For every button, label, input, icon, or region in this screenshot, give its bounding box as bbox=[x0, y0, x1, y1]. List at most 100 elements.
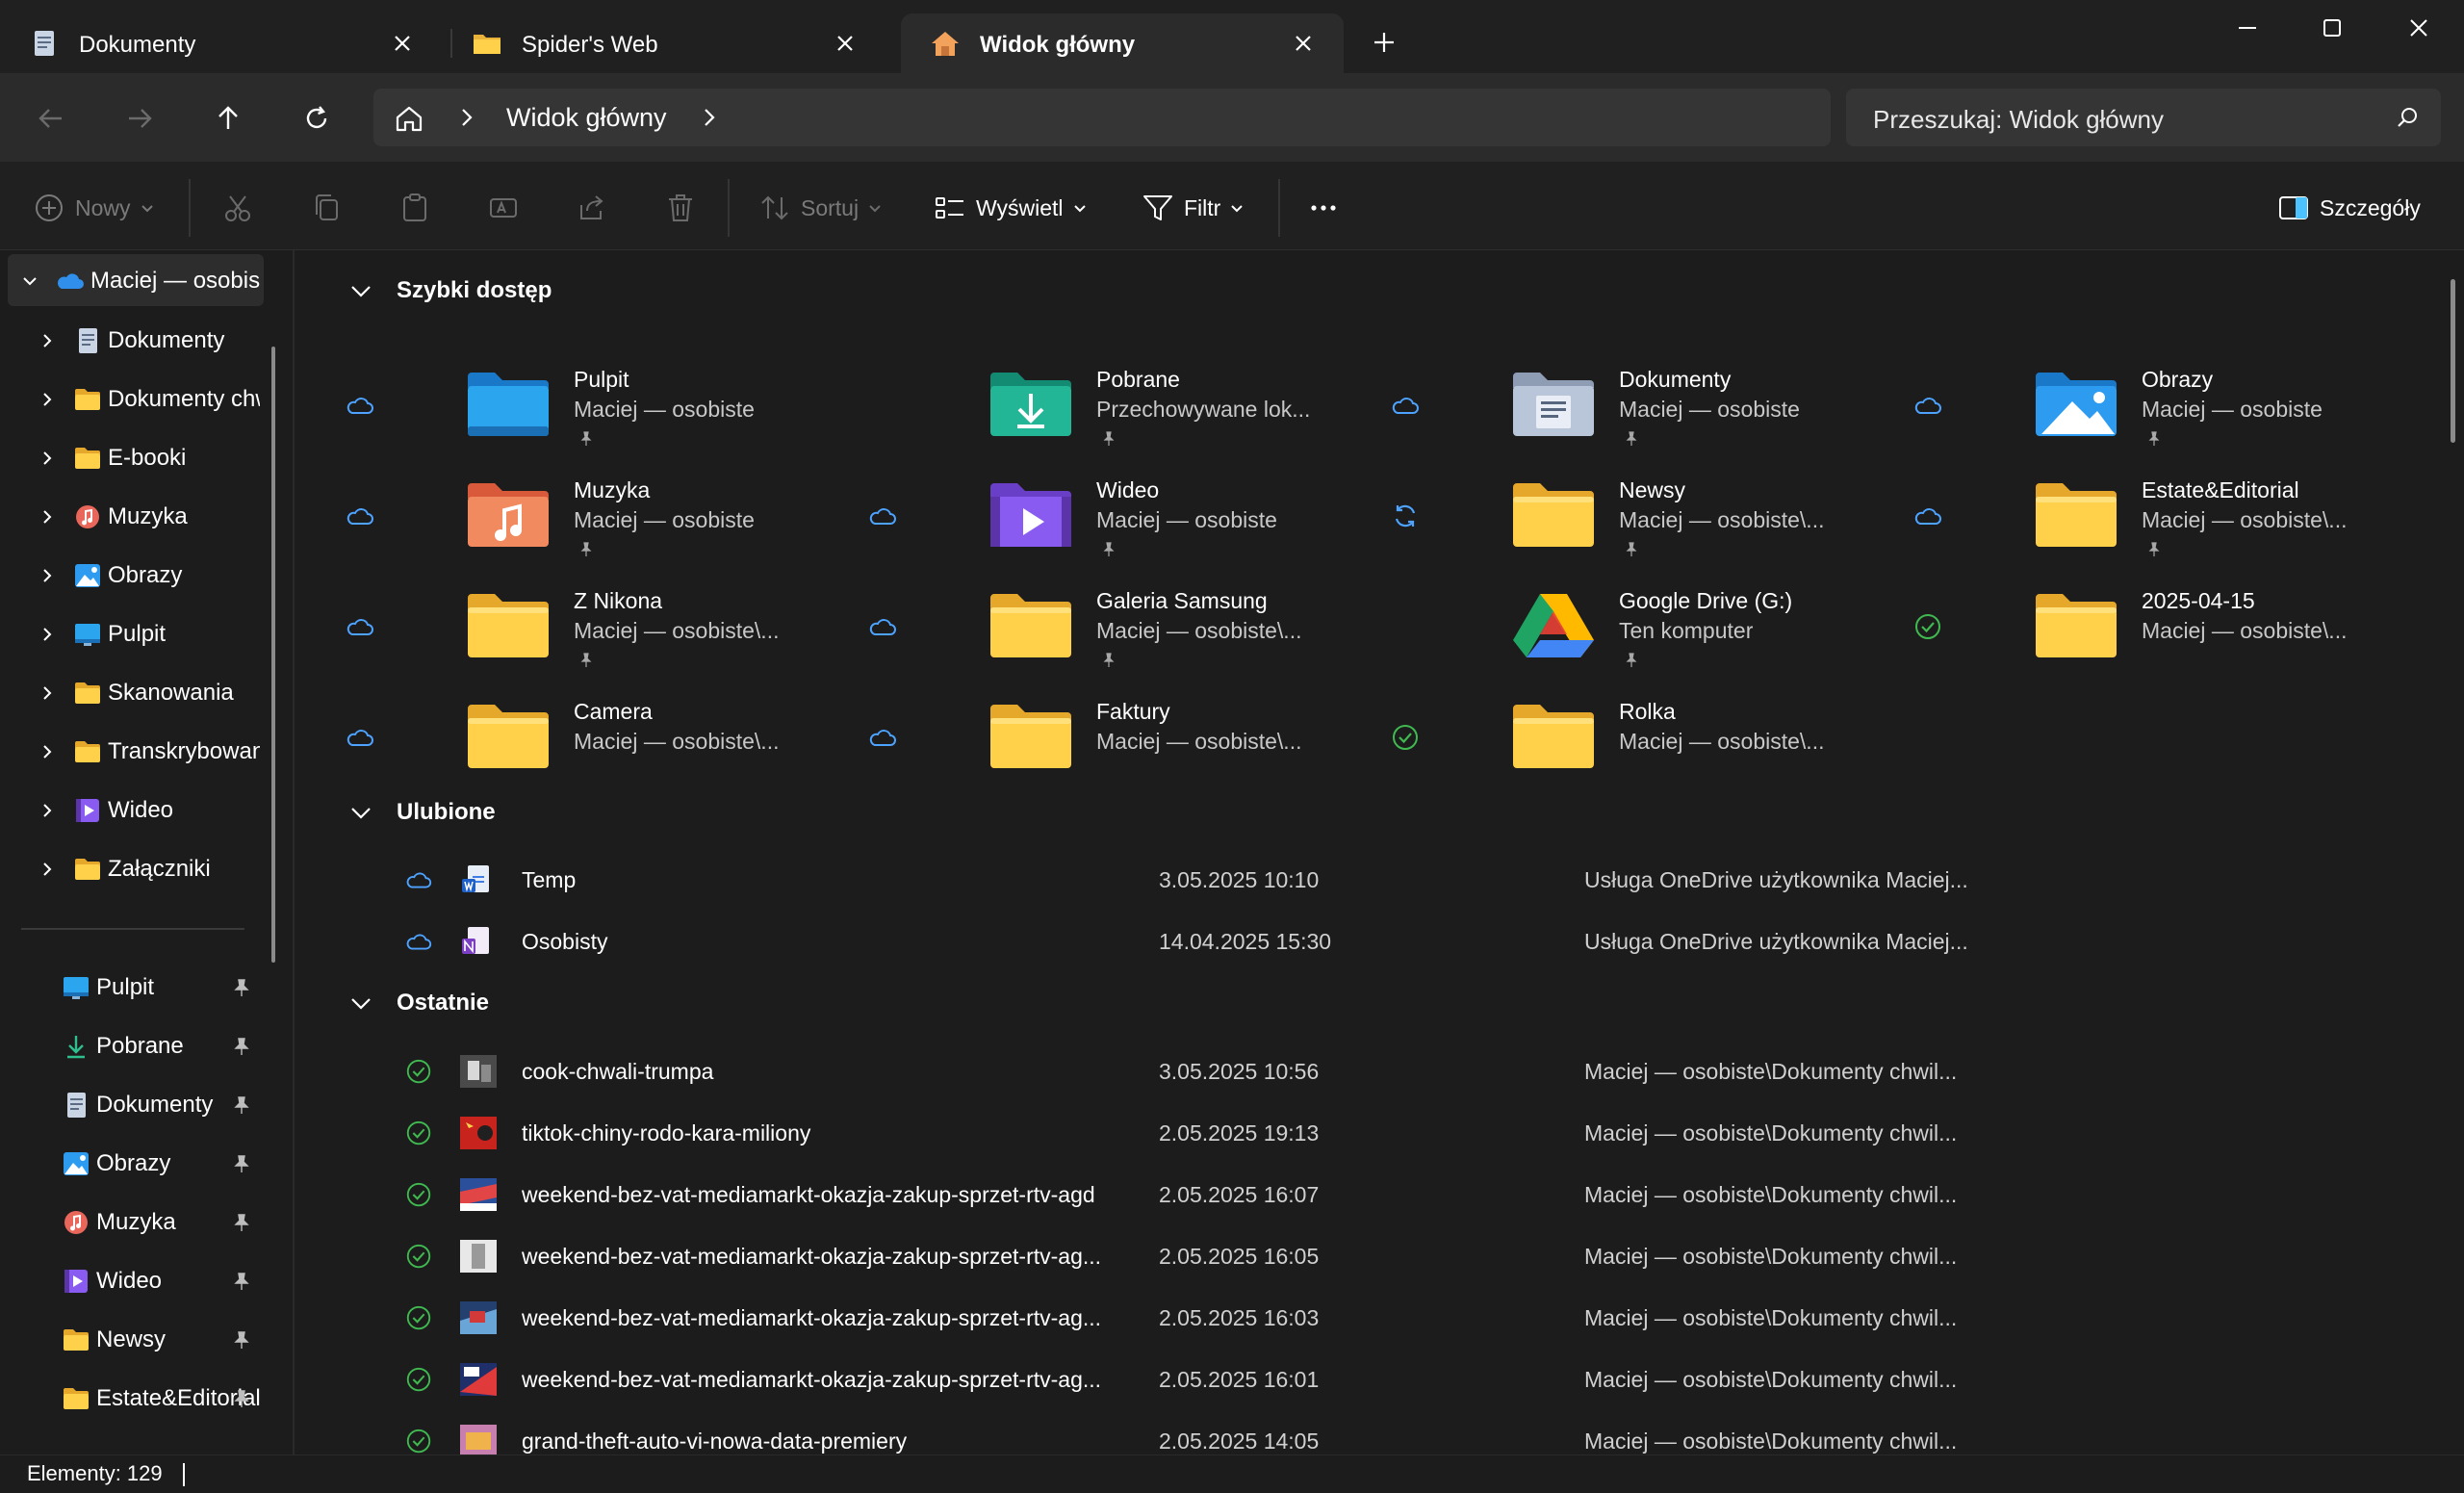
rename-button[interactable] bbox=[487, 189, 520, 227]
section-recent[interactable]: Ostatnie bbox=[348, 990, 489, 1017]
list-item[interactable]: weekend-bez-vat-mediamarkt-okazja-zakup-… bbox=[295, 1348, 2464, 1409]
tab-widok-glowny[interactable]: Widok główny bbox=[901, 13, 1344, 73]
quick-access-item[interactable]: 2025-04-15 Maciej — osobiste\... bbox=[1862, 563, 2382, 669]
sidebar-pinned-pobrane[interactable]: Pobrane bbox=[62, 1027, 184, 1066]
quick-access-item[interactable]: Pulpit Maciej — osobiste bbox=[295, 342, 814, 448]
quick-access-item[interactable]: Obrazy Maciej — osobiste bbox=[1862, 342, 2382, 448]
sidebar-pinned-obrazy[interactable]: Obrazy bbox=[62, 1145, 170, 1183]
sidebar-item-transkrybowane[interactable]: Transkrybowane bbox=[38, 733, 260, 771]
quick-access-item[interactable]: Camera Maciej — osobiste\... bbox=[295, 674, 814, 780]
chevron-right-icon[interactable] bbox=[38, 626, 56, 643]
sidebar-item-dokumenty[interactable]: Dokumenty bbox=[38, 322, 224, 360]
quick-access-item[interactable]: Rolka Maciej — osobiste\... bbox=[1340, 674, 1860, 780]
chevron-right-icon[interactable] bbox=[38, 567, 56, 584]
chevron-down-icon[interactable] bbox=[348, 991, 373, 1016]
pin-icon[interactable] bbox=[231, 1329, 252, 1351]
sidebar-item-obrazy[interactable]: Obrazy bbox=[38, 556, 182, 595]
list-item[interactable]: tiktok-chiny-rodo-kara-miliony 2.05.2025 … bbox=[295, 1101, 2464, 1163]
quick-access-item[interactable]: Wideo Maciej — osobiste bbox=[817, 452, 1337, 558]
list-item[interactable]: Osobisty 14.04.2025 15:30 Usługa OneDrive … bbox=[295, 910, 2464, 971]
sidebar-item-root[interactable]: Maciej — osobiste bbox=[21, 262, 260, 300]
cut-button[interactable] bbox=[221, 189, 254, 227]
new-tab-icon[interactable] bbox=[1371, 29, 1398, 56]
sidebar-item-skanowania[interactable]: Skanowania bbox=[38, 674, 234, 712]
chevron-down-icon[interactable] bbox=[21, 272, 38, 290]
quick-access-item[interactable]: Faktury Maciej — osobiste\... bbox=[817, 674, 1337, 780]
sidebar-item-dokumenty-chwilowe[interactable]: Dokumenty chwilowe bbox=[38, 380, 260, 419]
chevron-right-icon[interactable] bbox=[38, 332, 56, 349]
sidebar-item-pulpit[interactable]: Pulpit bbox=[38, 615, 166, 654]
back-icon[interactable] bbox=[35, 102, 67, 135]
chevron-right-icon[interactable] bbox=[456, 107, 477, 128]
quick-access-item[interactable]: Muzyka Maciej — osobiste bbox=[295, 452, 814, 558]
sidebar-item-e-booki[interactable]: E-booki bbox=[38, 439, 186, 477]
paste-button[interactable] bbox=[398, 189, 431, 227]
chevron-right-icon[interactable] bbox=[38, 684, 56, 702]
content-scrollbar[interactable] bbox=[2451, 279, 2455, 443]
tab-dokumenty[interactable]: Dokumenty bbox=[0, 13, 443, 73]
section-favorites[interactable]: Ulubione bbox=[348, 799, 496, 826]
close-icon[interactable] bbox=[389, 30, 416, 57]
share-button[interactable] bbox=[576, 189, 608, 227]
quick-access-item[interactable]: Pobrane Przechowywane lok... bbox=[817, 342, 1337, 448]
sidebar-item-załączniki[interactable]: Załączniki bbox=[38, 850, 211, 888]
sidebar-pinned-muzyka[interactable]: Muzyka bbox=[62, 1203, 176, 1242]
view-button[interactable]: Wyświetl bbox=[934, 189, 1087, 227]
chevron-down-icon[interactable] bbox=[348, 800, 373, 825]
sidebar-scrollbar[interactable] bbox=[271, 347, 275, 963]
list-item[interactable]: weekend-bez-vat-mediamarkt-okazja-zakup-… bbox=[295, 1286, 2464, 1348]
close-window-icon[interactable] bbox=[2404, 13, 2433, 42]
pin-icon[interactable] bbox=[231, 1153, 252, 1174]
sidebar-pinned-pulpit[interactable]: Pulpit bbox=[62, 968, 154, 1007]
chevron-right-icon[interactable] bbox=[38, 743, 56, 760]
chevron-right-icon[interactable] bbox=[38, 861, 56, 878]
close-icon[interactable] bbox=[832, 30, 859, 57]
chevron-right-icon[interactable] bbox=[38, 450, 56, 467]
sort-button[interactable]: Sortuj bbox=[758, 189, 882, 227]
chevron-right-icon[interactable] bbox=[699, 107, 720, 128]
pin-icon[interactable] bbox=[231, 1271, 252, 1292]
copy-button[interactable] bbox=[310, 189, 343, 227]
chevron-right-icon[interactable] bbox=[38, 508, 56, 526]
list-item[interactable]: weekend-bez-vat-mediamarkt-okazja-zakup-… bbox=[295, 1163, 2464, 1224]
sidebar-item-wideo[interactable]: Wideo bbox=[38, 791, 173, 830]
sidebar-pinned-wideo[interactable]: Wideo bbox=[62, 1262, 162, 1300]
list-item[interactable]: grand-theft-auto-vi-nowa-data-premiery 2.… bbox=[295, 1409, 2464, 1454]
up-icon[interactable] bbox=[212, 102, 244, 135]
maximize-icon[interactable] bbox=[2318, 13, 2347, 42]
list-item[interactable]: Temp 3.05.2025 10:10 Usługa OneDrive użytk… bbox=[295, 848, 2464, 910]
delete-button[interactable] bbox=[664, 189, 697, 227]
sidebar-pinned-dokumenty[interactable]: Dokumenty bbox=[62, 1086, 213, 1124]
quick-access-item[interactable]: Galeria Samsung Maciej — osobiste\... bbox=[817, 563, 1337, 669]
quick-access-item[interactable]: Google Drive (G:) Ten komputer bbox=[1340, 563, 1860, 669]
refresh-icon[interactable] bbox=[300, 102, 333, 135]
pin-icon[interactable] bbox=[231, 1212, 252, 1233]
chevron-down-icon[interactable] bbox=[348, 278, 373, 303]
details-button[interactable]: Szczegóły bbox=[2277, 189, 2421, 227]
pin-icon[interactable] bbox=[231, 1036, 252, 1057]
home-icon[interactable] bbox=[393, 102, 425, 135]
breadcrumb-current[interactable]: Widok główny bbox=[506, 103, 667, 133]
new-button[interactable]: Nowy bbox=[33, 189, 154, 227]
address-bar[interactable]: Widok główny bbox=[373, 89, 1831, 146]
tab-spiders-web[interactable]: Spider's Web bbox=[443, 13, 886, 73]
sidebar-pinned-newsy[interactable]: Newsy bbox=[62, 1321, 166, 1359]
filter-button[interactable]: Filtr bbox=[1142, 189, 1244, 227]
close-icon[interactable] bbox=[1290, 30, 1317, 57]
pin-icon[interactable] bbox=[231, 1094, 252, 1116]
sidebar-item-muzyka[interactable]: Muzyka bbox=[38, 498, 188, 536]
section-quick-access[interactable]: Szybki dostęp bbox=[348, 277, 552, 304]
quick-access-item[interactable]: Estate&Editorial Maciej — osobiste\... bbox=[1862, 452, 2382, 558]
forward-icon[interactable] bbox=[123, 102, 156, 135]
chevron-right-icon[interactable] bbox=[38, 802, 56, 819]
quick-access-item[interactable]: Dokumenty Maciej — osobiste bbox=[1340, 342, 1860, 448]
quick-access-item[interactable]: Newsy Maciej — osobiste\... bbox=[1340, 452, 1860, 558]
quick-access-item[interactable]: Z Nikona Maciej — osobiste\... bbox=[295, 563, 814, 669]
list-item[interactable]: weekend-bez-vat-mediamarkt-okazja-zakup-… bbox=[295, 1224, 2464, 1286]
list-item[interactable]: cook-chwali-trumpa 3.05.2025 10:56 Maciej … bbox=[295, 1040, 2464, 1101]
more-options-button[interactable] bbox=[1307, 189, 1340, 227]
search-input[interactable]: Przeszukaj: Widok główny bbox=[1846, 89, 2441, 146]
pin-icon[interactable] bbox=[231, 977, 252, 998]
chevron-right-icon[interactable] bbox=[38, 391, 56, 408]
pin-icon[interactable] bbox=[231, 1388, 252, 1409]
